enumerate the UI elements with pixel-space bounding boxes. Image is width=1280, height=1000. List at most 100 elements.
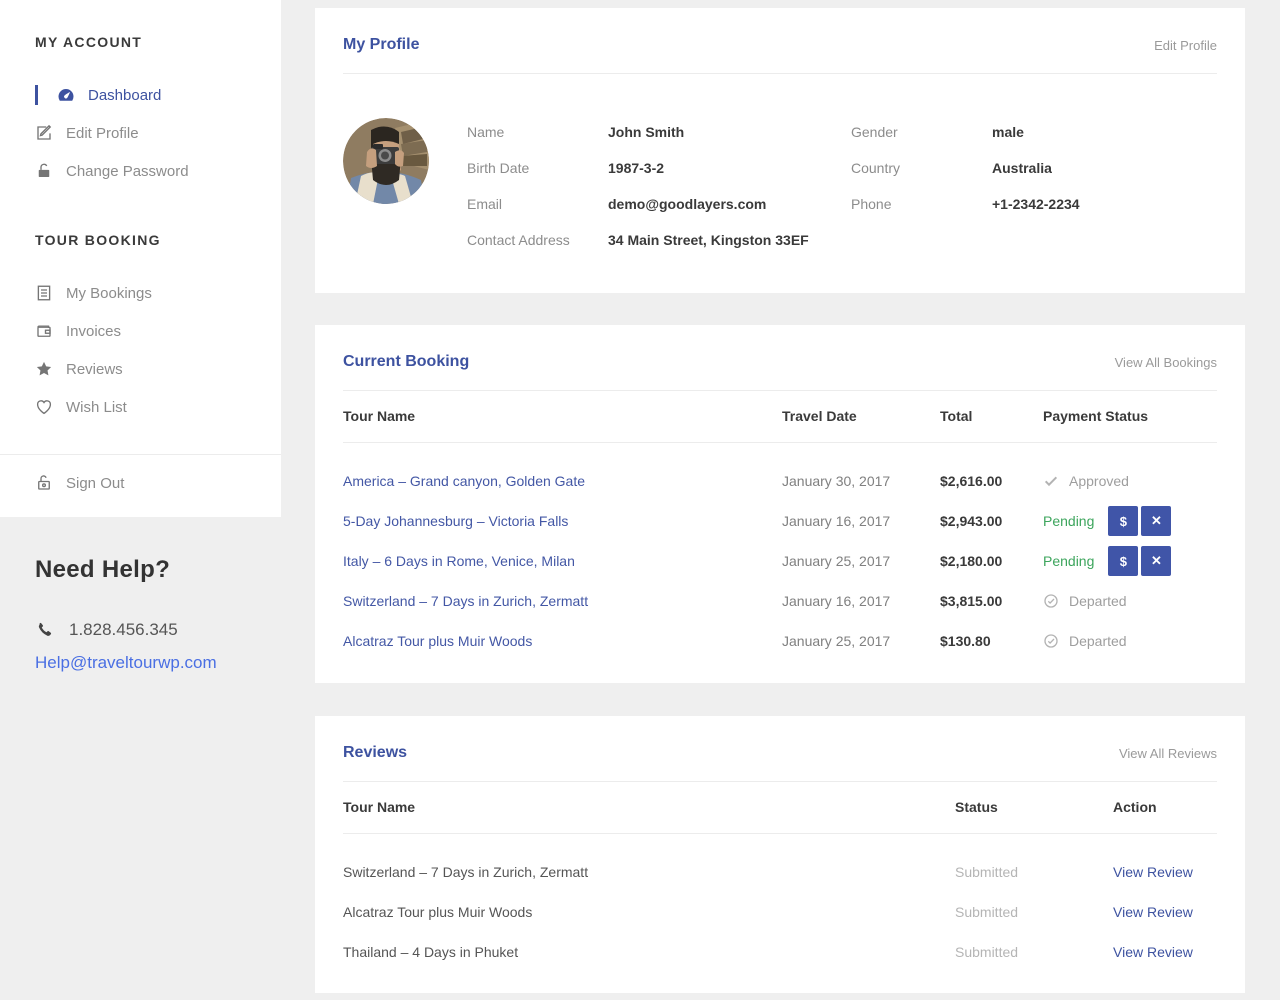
sidebar-item-invoices[interactable]: Invoices (35, 312, 261, 350)
check-icon (1043, 473, 1059, 489)
close-icon: ✕ (1151, 513, 1162, 529)
profile-field-phone: Phone +1-2342-2234 (851, 194, 1217, 215)
reviews-card-title: Reviews (343, 744, 407, 762)
review-row: Thailand – 4 Days in Phuket Submitted Vi… (343, 932, 1217, 972)
review-status: Submitted (955, 864, 1113, 880)
close-icon: ✕ (1151, 553, 1162, 569)
profile-field-gender: Gender male (851, 122, 1217, 143)
review-row: Switzerland – 7 Days in Zurich, Zermatt … (343, 852, 1217, 892)
review-status: Submitted (955, 944, 1113, 960)
booking-total: $2,943.00 (940, 513, 1043, 529)
circle-check-icon (1043, 633, 1059, 649)
help-email-link[interactable]: Help@traveltourwp.com (35, 653, 275, 673)
view-all-bookings-link[interactable]: View All Bookings (1115, 355, 1217, 370)
review-tour-name: Alcatraz Tour plus Muir Woods (343, 904, 955, 920)
profile-field-name: Name John Smith (467, 122, 851, 143)
circle-check-icon (1043, 593, 1059, 609)
wallet-icon (35, 322, 53, 340)
avatar (343, 118, 429, 204)
sidebar: MY ACCOUNT Dashboard Edit Profile Change… (0, 0, 281, 517)
booking-total: $2,180.00 (940, 553, 1043, 569)
sidebar-item-sign-out[interactable]: Sign Out (35, 464, 261, 502)
booking-total: $130.80 (940, 633, 1043, 649)
sidebar-item-label: Reviews (66, 361, 123, 378)
status-badge: Pending (1043, 553, 1094, 569)
edit-profile-link[interactable]: Edit Profile (1154, 38, 1217, 53)
review-status: Submitted (955, 904, 1113, 920)
tour-name-link[interactable]: Italy – 6 Days in Rome, Venice, Milan (343, 553, 575, 569)
cancel-booking-button[interactable]: ✕ (1141, 506, 1171, 536)
booking-card-title: Current Booking (343, 353, 469, 371)
edit-icon (35, 124, 53, 142)
star-icon (35, 360, 53, 378)
tour-name-link[interactable]: Switzerland – 7 Days in Zurich, Zermatt (343, 593, 588, 609)
help-phone-row: 1.828.456.345 (35, 620, 275, 640)
profile-card-title: My Profile (343, 36, 419, 54)
unlock-icon (35, 474, 53, 492)
bookings-list-icon (35, 284, 53, 302)
status-badge: Departed (1043, 633, 1127, 649)
dashboard-icon (57, 86, 75, 104)
sidebar-item-wish-list[interactable]: Wish List (35, 388, 261, 426)
travel-date: January 30, 2017 (782, 473, 940, 489)
dollar-icon: $ (1120, 514, 1127, 529)
dollar-icon: $ (1120, 554, 1127, 569)
view-review-link[interactable]: View Review (1113, 864, 1193, 880)
tour-name-link[interactable]: 5-Day Johannesburg – Victoria Falls (343, 513, 568, 529)
sidebar-item-my-bookings[interactable]: My Bookings (35, 274, 261, 312)
main-content: My Profile Edit Profile (315, 0, 1245, 993)
sidebar-item-label: Edit Profile (66, 125, 139, 142)
sidebar-item-dashboard[interactable]: Dashboard (35, 76, 261, 114)
need-help-section: Need Help? 1.828.456.345 Help@traveltour… (35, 556, 275, 673)
sidebar-item-label: Change Password (66, 163, 189, 180)
tour-booking-heading: TOUR BOOKING (35, 232, 261, 248)
status-badge: Departed (1043, 593, 1127, 609)
review-row: Alcatraz Tour plus Muir Woods Submitted … (343, 892, 1217, 932)
review-tour-name: Thailand – 4 Days in Phuket (343, 944, 955, 960)
booking-row: Alcatraz Tour plus Muir Woods January 25… (343, 621, 1217, 661)
pay-button[interactable]: $ (1108, 546, 1138, 576)
sidebar-item-label: My Bookings (66, 285, 152, 302)
booking-row: Switzerland – 7 Days in Zurich, Zermatt … (343, 581, 1217, 621)
active-indicator-bar (35, 85, 38, 105)
sidebar-item-reviews[interactable]: Reviews (35, 350, 261, 388)
heart-icon (35, 398, 53, 416)
sidebar-item-label: Dashboard (88, 87, 161, 104)
sidebar-item-label: Wish List (66, 399, 127, 416)
tour-name-link[interactable]: America – Grand canyon, Golden Gate (343, 473, 585, 489)
booking-row: Italy – 6 Days in Rome, Venice, Milan Ja… (343, 541, 1217, 581)
booking-total: $2,616.00 (940, 473, 1043, 489)
review-tour-name: Switzerland – 7 Days in Zurich, Zermatt (343, 864, 955, 880)
pay-button[interactable]: $ (1108, 506, 1138, 536)
my-profile-card: My Profile Edit Profile (315, 8, 1245, 293)
sidebar-item-label: Sign Out (66, 475, 124, 492)
help-phone-number: 1.828.456.345 (69, 620, 178, 640)
phone-icon (35, 621, 53, 639)
travel-date: January 16, 2017 (782, 513, 940, 529)
my-account-heading: MY ACCOUNT (35, 34, 261, 50)
view-all-reviews-link[interactable]: View All Reviews (1119, 746, 1217, 761)
travel-date: January 16, 2017 (782, 593, 940, 609)
profile-field-country: Country Australia (851, 158, 1217, 179)
tour-name-link[interactable]: Alcatraz Tour plus Muir Woods (343, 633, 532, 649)
booking-row: America – Grand canyon, Golden Gate Janu… (343, 461, 1217, 501)
need-help-heading: Need Help? (35, 556, 275, 584)
travel-date: January 25, 2017 (782, 633, 940, 649)
profile-field-birth-date: Birth Date 1987-3-2 (467, 158, 851, 179)
profile-field-email: Email demo@goodlayers.com (467, 194, 851, 215)
reviews-table-header: Tour Name Status Action (343, 782, 1217, 834)
sidebar-item-label: Invoices (66, 323, 121, 340)
reviews-card: Reviews View All Reviews Tour Name Statu… (315, 716, 1245, 993)
status-badge: Pending (1043, 513, 1094, 529)
lock-icon (35, 162, 53, 180)
sidebar-item-edit-profile[interactable]: Edit Profile (35, 114, 261, 152)
cancel-booking-button[interactable]: ✕ (1141, 546, 1171, 576)
view-review-link[interactable]: View Review (1113, 904, 1193, 920)
signout-section: Sign Out (0, 454, 281, 502)
travel-date: January 25, 2017 (782, 553, 940, 569)
booking-row: 5-Day Johannesburg – Victoria Falls Janu… (343, 501, 1217, 541)
sidebar-item-change-password[interactable]: Change Password (35, 152, 261, 190)
booking-table-header: Tour Name Travel Date Total Payment Stat… (343, 391, 1217, 443)
profile-field-contact-address: Contact Address 34 Main Street, Kingston… (467, 230, 851, 251)
view-review-link[interactable]: View Review (1113, 944, 1193, 960)
